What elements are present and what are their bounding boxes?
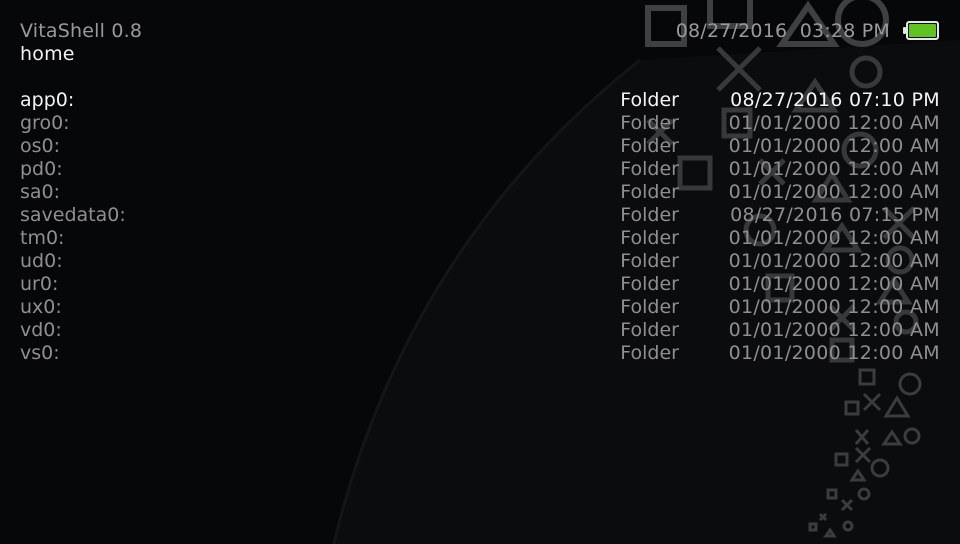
file-name: ud0: <box>20 250 63 272</box>
file-date: 01/01/2000 12:00 AM <box>728 135 940 157</box>
file-name: os0: <box>20 135 61 157</box>
file-type: Folder <box>620 204 679 226</box>
file-date: 01/01/2000 12:00 AM <box>728 158 940 180</box>
file-name: pd0: <box>20 158 63 180</box>
file-date: 01/01/2000 12:00 AM <box>728 227 940 249</box>
current-path: home <box>20 43 75 65</box>
file-type: Folder <box>620 296 679 318</box>
file-name: gro0: <box>20 112 70 134</box>
file-row[interactable]: ud0: Folder 01/01/2000 12:00 AM <box>0 250 960 273</box>
file-type: Folder <box>620 250 679 272</box>
file-row[interactable]: vs0: Folder 01/01/2000 12:00 AM <box>0 342 960 365</box>
file-row[interactable]: ur0: Folder 01/01/2000 12:00 AM <box>0 273 960 296</box>
file-type: Folder <box>620 342 679 364</box>
file-date: 08/27/2016 07:15 PM <box>730 204 940 226</box>
file-date: 08/27/2016 07:10 PM <box>730 89 940 111</box>
file-type: Folder <box>620 181 679 203</box>
file-date: 01/01/2000 12:00 AM <box>728 342 940 364</box>
file-name: app0: <box>20 89 75 111</box>
file-date: 01/01/2000 12:00 AM <box>728 273 940 295</box>
file-type: Folder <box>620 158 679 180</box>
file-row[interactable]: tm0: Folder 01/01/2000 12:00 AM <box>0 227 960 250</box>
file-row[interactable]: gro0: Folder 01/01/2000 12:00 AM <box>0 112 960 135</box>
file-row[interactable]: os0: Folder 01/01/2000 12:00 AM <box>0 135 960 158</box>
battery-fill <box>909 24 936 37</box>
file-type: Folder <box>620 89 679 111</box>
file-type: Folder <box>620 112 679 134</box>
battery-body <box>906 21 939 40</box>
file-row[interactable]: savedata0: Folder 08/27/2016 07:15 PM <box>0 204 960 227</box>
file-name: ur0: <box>20 273 59 295</box>
file-type: Folder <box>620 135 679 157</box>
file-row[interactable]: app0: Folder 08/27/2016 07:10 PM <box>0 89 960 112</box>
file-row[interactable]: pd0: Folder 01/01/2000 12:00 AM <box>0 158 960 181</box>
file-date: 01/01/2000 12:00 AM <box>728 319 940 341</box>
app-title: VitaShell 0.8 <box>20 20 143 42</box>
file-type: Folder <box>620 319 679 341</box>
file-name: sa0: <box>20 181 61 203</box>
file-name: vs0: <box>20 342 60 364</box>
battery-icon <box>903 21 939 40</box>
file-row[interactable]: vd0: Folder 01/01/2000 12:00 AM <box>0 319 960 342</box>
file-list: app0: Folder 08/27/2016 07:10 PM gro0: Folde… <box>0 89 960 365</box>
file-type: Folder <box>620 273 679 295</box>
file-row[interactable]: ux0: Folder 01/01/2000 12:00 AM <box>0 296 960 319</box>
file-name: vd0: <box>20 319 62 341</box>
file-date: 01/01/2000 12:00 AM <box>728 112 940 134</box>
status-datetime: 08/27/2016 03:28 PM <box>675 20 890 42</box>
file-date: 01/01/2000 12:00 AM <box>728 296 940 318</box>
file-row[interactable]: sa0: Folder 01/01/2000 12:00 AM <box>0 181 960 204</box>
file-name: savedata0: <box>20 204 126 226</box>
file-name: ux0: <box>20 296 62 318</box>
file-type: Folder <box>620 227 679 249</box>
file-name: tm0: <box>20 227 65 249</box>
file-date: 01/01/2000 12:00 AM <box>728 250 940 272</box>
vitashell-screen: VitaShell 0.8 home 08/27/2016 03:28 PM a… <box>0 0 960 544</box>
file-date: 01/01/2000 12:00 AM <box>728 181 940 203</box>
